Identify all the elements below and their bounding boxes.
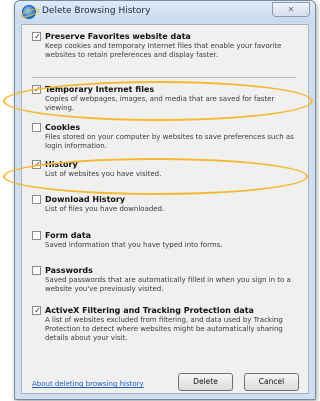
- temporary-internet-files-description: Copies of webpages, images, and media th…: [45, 95, 275, 112]
- delete-browsing-history-dialog: Delete Browsing History ✕ Preserve Favor…: [14, 0, 316, 400]
- internet-explorer-icon: [22, 5, 36, 19]
- dialog-body: Preserve Favorites website data Keep coo…: [21, 24, 309, 394]
- option-preserve-favorites: Preserve Favorites website data Keep coo…: [32, 32, 294, 60]
- option-form-data: Form data Saved information that you hav…: [32, 231, 294, 250]
- temporary-internet-files-label[interactable]: Temporary Internet files: [45, 85, 154, 94]
- form-data-checkbox[interactable]: [32, 231, 41, 240]
- option-temporary-internet-files: Temporary Internet files Copies of webpa…: [32, 85, 294, 113]
- option-cookies: Cookies Files stored on your computer by…: [32, 123, 294, 151]
- preserve-favorites-checkbox[interactable]: [32, 32, 42, 41]
- form-data-label[interactable]: Form data: [45, 231, 91, 240]
- cookies-description: Files stored on your computer by website…: [45, 133, 294, 150]
- preserve-favorites-label[interactable]: Preserve Favorites website data: [45, 32, 191, 41]
- about-deleting-history-link[interactable]: About deleting browsing history: [32, 380, 144, 388]
- temporary-internet-files-checkbox[interactable]: [32, 85, 42, 94]
- section-divider: [32, 77, 296, 78]
- history-description: List of websites you have visited.: [45, 170, 162, 178]
- option-download-history: Download History List of files you have …: [32, 195, 294, 214]
- form-data-description: Saved information that you have typed in…: [45, 241, 223, 249]
- cancel-button[interactable]: Cancel: [244, 373, 299, 391]
- activex-filtering-label[interactable]: ActiveX Filtering and Tracking Protectio…: [45, 306, 254, 315]
- activex-filtering-checkbox[interactable]: [32, 306, 42, 315]
- passwords-checkbox[interactable]: [32, 266, 41, 275]
- passwords-description: Saved passwords that are automatically f…: [45, 276, 291, 293]
- option-history: History List of websites you have visite…: [32, 160, 294, 179]
- activex-filtering-description: A list of websites excluded from filteri…: [45, 316, 283, 342]
- close-button[interactable]: ✕: [272, 2, 310, 17]
- history-checkbox[interactable]: [32, 160, 42, 169]
- preserve-favorites-description: Keep cookies and temporary Internet file…: [45, 42, 282, 59]
- dialog-title: Delete Browsing History: [42, 6, 151, 16]
- download-history-label[interactable]: Download History: [45, 195, 125, 204]
- download-history-description: List of files you have downloaded.: [45, 205, 165, 213]
- cookies-label[interactable]: Cookies: [45, 123, 80, 132]
- passwords-label[interactable]: Passwords: [45, 266, 93, 275]
- download-history-checkbox[interactable]: [32, 195, 41, 204]
- option-passwords: Passwords Saved passwords that are autom…: [32, 266, 294, 294]
- cookies-checkbox[interactable]: [32, 123, 41, 132]
- history-label[interactable]: History: [45, 160, 78, 169]
- delete-button[interactable]: Delete: [178, 373, 233, 391]
- title-bar: Delete Browsing History ✕: [15, 1, 315, 23]
- option-activex-filtering: ActiveX Filtering and Tracking Protectio…: [32, 306, 294, 343]
